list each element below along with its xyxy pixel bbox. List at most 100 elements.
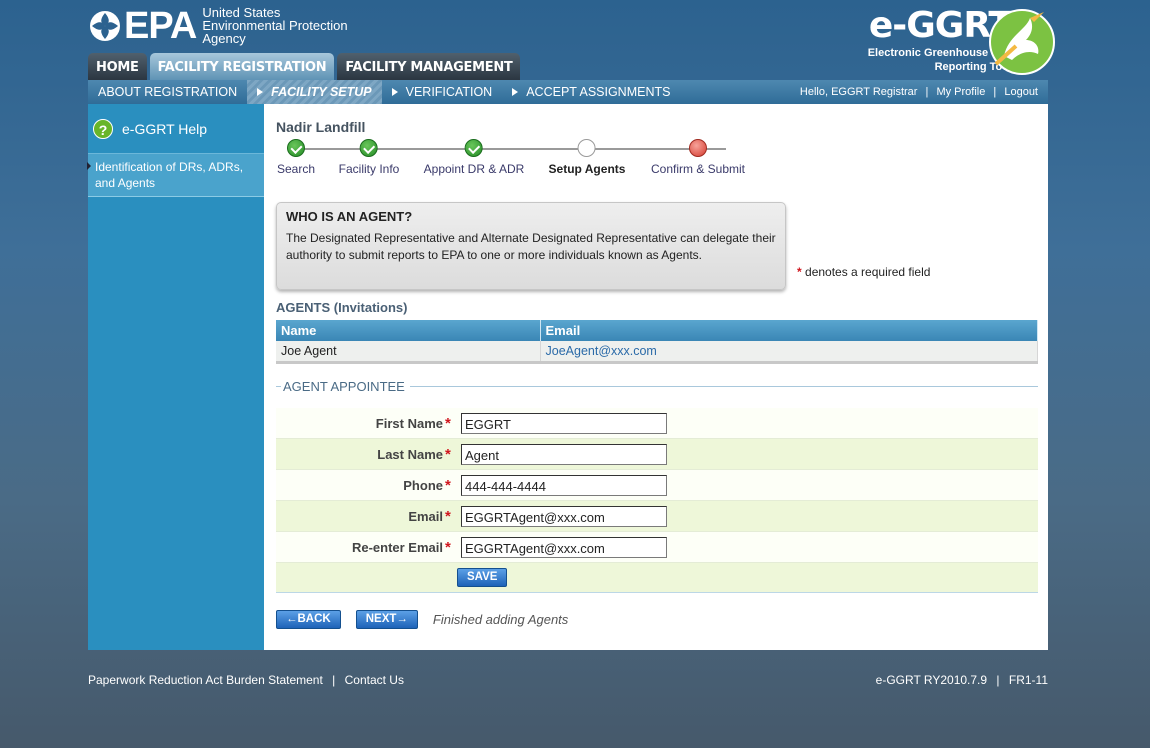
arrow-right-icon: → xyxy=(396,613,408,625)
subnav-verification-label: VERIFICATION xyxy=(405,85,493,99)
table-row[interactable]: Joe Agent JoeAgent@xxx.com xyxy=(276,341,1038,364)
epa-logo[interactable]: EPA United States Environmental Protecti… xyxy=(88,6,348,45)
first-name-row: First Name * xyxy=(276,408,1038,439)
main-content: Nadir Landfill Search Facility Info Appo… xyxy=(264,104,1048,650)
info-box-title: WHO IS AN AGENT? xyxy=(286,209,413,224)
agent-appointee-section: AGENT APPOINTEE First Name * Last Name *… xyxy=(276,379,1038,593)
step-appoint-dr-adr: Appoint DR & ADR xyxy=(423,139,525,176)
legend-line xyxy=(276,386,281,387)
progress-steps: Search Facility Info Appoint DR & ADR Se… xyxy=(276,139,796,187)
step-confirm-submit: Confirm & Submit xyxy=(651,139,745,176)
epa-line-3: Agency xyxy=(202,31,246,46)
email-row: Email * xyxy=(276,501,1038,532)
last-name-label: Last Name xyxy=(377,446,443,462)
last-name-row: Last Name * xyxy=(276,439,1038,470)
first-name-label: First Name xyxy=(375,415,443,431)
step-search: Search xyxy=(277,139,315,176)
logout-link[interactable]: Logout xyxy=(1004,86,1038,98)
step-setup-agents: Setup Agents xyxy=(548,139,626,176)
reenter-email-row: Re-enter Email * xyxy=(276,532,1038,563)
my-profile-link[interactable]: My Profile xyxy=(936,86,985,98)
check-icon xyxy=(360,139,378,157)
phone-input[interactable] xyxy=(461,474,667,496)
sidebar-item-identification[interactable]: Identification of DRs, ADRs, and Agents xyxy=(87,154,264,197)
version-text: e-GGRT RY2010.7.9 xyxy=(875,673,988,687)
tab-facility-management[interactable]: FACILITY MANAGEMENT xyxy=(337,53,521,80)
step-label: Search xyxy=(276,162,316,176)
facility-name: Nadir Landfill xyxy=(276,119,366,135)
help-link[interactable]: ? e-GGRT Help xyxy=(88,104,264,154)
subnav-about-registration-label: ABOUT REGISTRATION xyxy=(98,85,238,99)
email-label: Email xyxy=(408,508,443,524)
required-asterisk-icon: * xyxy=(445,414,451,432)
subnav-verification[interactable]: VERIFICATION xyxy=(382,80,503,104)
agents-table: Name Email Joe Agent JoeAgent@xxx.com xyxy=(276,320,1038,364)
email-input[interactable] xyxy=(461,505,667,527)
tab-home[interactable]: HOME xyxy=(88,53,147,80)
column-header-name[interactable]: Name xyxy=(276,320,541,341)
epa-agency-name: United States Environmental Protection A… xyxy=(202,6,347,45)
subnav-about-registration[interactable]: ABOUT REGISTRATION xyxy=(88,80,247,104)
epa-mark-text: EPA xyxy=(124,4,197,47)
back-button[interactable]: ←BACK xyxy=(276,610,341,629)
phone-label: Phone xyxy=(403,477,443,493)
appointee-legend: AGENT APPOINTEE xyxy=(276,379,1038,394)
appointee-legend-text: AGENT APPOINTEE xyxy=(283,379,405,394)
required-asterisk-icon: * xyxy=(445,445,451,463)
tab-facility-registration[interactable]: FACILITY REGISTRATION xyxy=(149,53,335,80)
footer-right: e-GGRT RY2010.7.9 | FR1-11 xyxy=(876,673,1048,687)
legend-line xyxy=(409,386,1038,387)
required-asterisk-icon: * xyxy=(445,476,451,494)
agent-info-box: WHO IS AN AGENT? The Designated Represen… xyxy=(276,202,786,290)
last-name-input[interactable] xyxy=(461,443,667,465)
save-row: SAVE xyxy=(276,563,1038,592)
subnav-accept-assignments-label: ACCEPT ASSIGNMENTS xyxy=(526,85,671,99)
user-greeting: Hello, EGGRT Registrar xyxy=(799,86,918,98)
triangle-right-icon xyxy=(512,88,519,96)
check-icon xyxy=(465,139,483,157)
finished-note: Finished adding Agents xyxy=(432,612,569,627)
footer-left: Paperwork Reduction Act Burden Statement… xyxy=(88,673,404,687)
sidebar: ? e-GGRT Help Identification of DRs, ADR… xyxy=(87,104,264,650)
triangle-right-icon xyxy=(257,88,264,96)
required-asterisk-icon: * xyxy=(445,538,451,556)
help-icon: ? xyxy=(93,118,113,139)
subnav-accept-assignments[interactable]: ACCEPT ASSIGNMENTS xyxy=(502,80,680,104)
epa-wordmark: EPA xyxy=(88,4,197,47)
sub-navigation: ABOUT REGISTRATION FACILITY SETUP VERIFI… xyxy=(88,80,1048,104)
user-links: Hello, EGGRT Registrar | My Profile | Lo… xyxy=(800,80,1038,104)
step-label: Facility Info xyxy=(338,162,400,176)
agents-section-title: AGENTS (Invitations) xyxy=(276,300,408,315)
next-button[interactable]: NEXT→ xyxy=(355,610,418,629)
save-button[interactable]: SAVE xyxy=(457,568,508,587)
required-asterisk-icon: * xyxy=(797,265,802,279)
table-header-row: Name Email xyxy=(276,320,1038,341)
main-tabs: HOME FACILITY REGISTRATION FACILITY MANA… xyxy=(88,53,523,80)
step-label: Appoint DR & ADR xyxy=(423,162,525,176)
arrow-left-icon: ← xyxy=(286,613,298,625)
info-box-text: The Designated Representative and Altern… xyxy=(286,231,776,262)
required-field-note: * denotes a required field xyxy=(797,265,930,279)
back-label: BACK xyxy=(297,613,331,625)
column-header-email[interactable]: Email xyxy=(540,320,1038,341)
paperwork-link[interactable]: Paperwork Reduction Act Burden Statement xyxy=(88,673,323,687)
subnav-facility-setup-label: FACILITY SETUP xyxy=(271,85,372,99)
eggrt-logo[interactable]: e-GGRT Electronic Greenhouse Gas Reporti… xyxy=(868,6,1055,75)
next-label: NEXT xyxy=(365,613,397,625)
build-text: FR1-11 xyxy=(1008,673,1048,687)
check-icon xyxy=(287,139,305,157)
subnav-facility-setup[interactable]: FACILITY SETUP xyxy=(247,80,382,104)
contact-us-link[interactable]: Contact Us xyxy=(345,673,404,687)
required-asterisk-icon: * xyxy=(445,507,451,525)
reenter-email-input[interactable] xyxy=(461,536,667,558)
required-note-text: denotes a required field xyxy=(805,265,931,279)
current-step-circle-icon xyxy=(578,139,596,157)
agent-email-cell[interactable]: JoeAgent@xxx.com xyxy=(540,341,1038,364)
agent-name-cell: Joe Agent xyxy=(276,341,541,364)
step-facility-info: Facility Info xyxy=(338,139,400,176)
bird-logo-icon xyxy=(989,9,1055,75)
first-name-input[interactable] xyxy=(461,412,667,434)
step-label: Setup Agents xyxy=(548,162,626,176)
reenter-email-label: Re-enter Email xyxy=(351,539,443,555)
wizard-navigation: ←BACK NEXT→ Finished adding Agents xyxy=(276,610,568,629)
